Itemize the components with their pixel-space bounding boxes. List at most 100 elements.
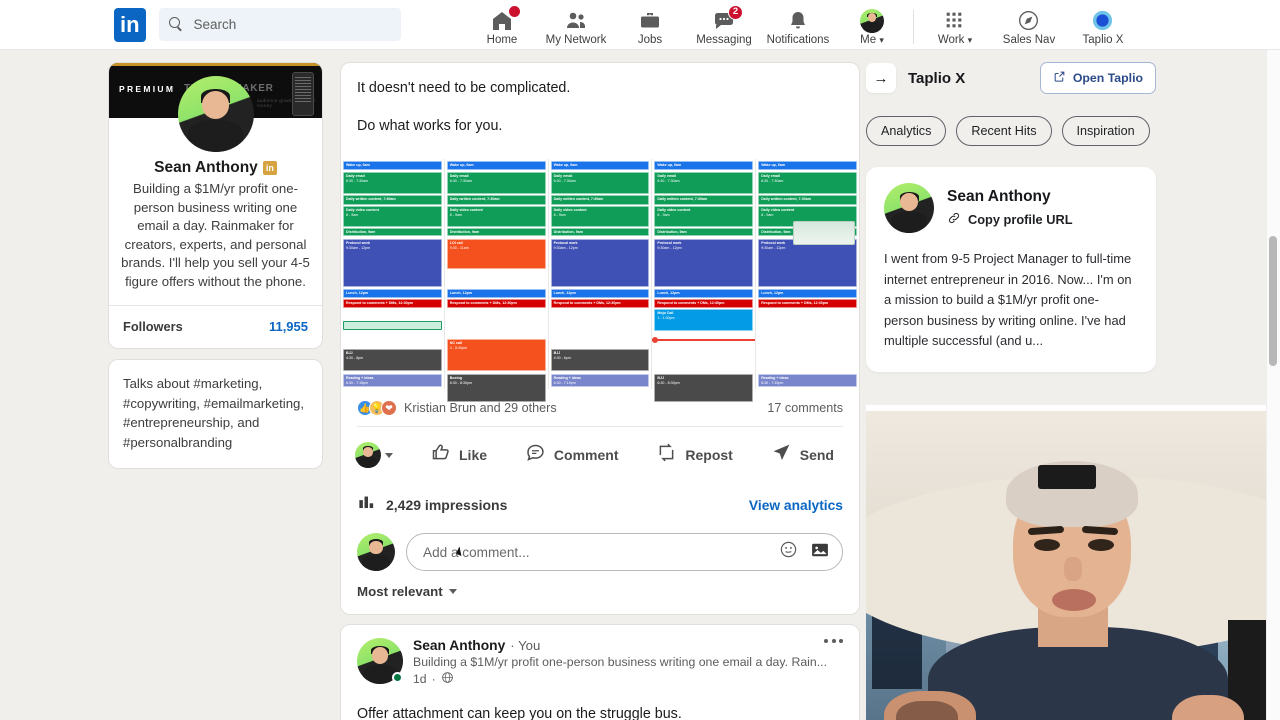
search-container[interactable] <box>158 8 401 41</box>
post-header-text: Sean Anthony · You Building a $1M/yr pro… <box>413 638 827 687</box>
event-title: Wake up, 6am <box>346 163 370 167</box>
compass-icon <box>1017 9 1041 33</box>
scrollbar-thumb[interactable] <box>1269 236 1277 366</box>
event-title: Daily video content <box>449 208 483 212</box>
event-time: 6:30 - 7:15pm <box>761 380 784 385</box>
chip-recent-hits[interactable]: Recent Hits <box>956 116 1052 146</box>
event-time: 1 - 1:30pm <box>657 315 675 320</box>
nav-right-items: Work ▾ Sales Nav Taplio X <box>909 0 1140 50</box>
linkedin-premium-badge-icon: in <box>262 161 277 175</box>
calendar-event: Respond to comments + DMs, 12:30pm <box>758 299 857 308</box>
talks-about-card: Talks about #marketing, #copywriting, #e… <box>108 359 323 469</box>
calendar-event: Mojo Call 1 - 1:30pm <box>654 309 754 331</box>
calendar-tooltip <box>792 221 855 245</box>
comment-input[interactable] <box>423 544 773 560</box>
comment-button-label: Comment <box>553 447 619 463</box>
page-title[interactable]: Sean Anthony <box>154 159 258 177</box>
taplio-x-panel: → Taplio X Open Taplio Analytics Recent … <box>866 62 1156 372</box>
avatar <box>884 183 934 233</box>
calendar-event: LOI call 9:30 - 11am <box>446 239 546 269</box>
followers-count: 11,955 <box>268 319 308 334</box>
eye-left <box>1034 539 1060 551</box>
nav-item-my-network[interactable]: My Network <box>539 0 613 50</box>
nav-item-notifications[interactable]: Notifications <box>761 0 835 50</box>
image-icon[interactable] <box>810 540 830 565</box>
post2-body-line-1: Offer attachment can keep you on the str… <box>357 706 682 720</box>
followers-row[interactable]: Followers 11,955 <box>109 306 322 348</box>
thumbs-up-icon <box>430 442 451 468</box>
webcam-video-overlay[interactable] <box>866 405 1280 720</box>
emoji-icon[interactable] <box>779 540 798 564</box>
reactions-group[interactable]: 👍 💡 ❤ Kristian Brun and 29 others <box>357 400 557 416</box>
comments-count[interactable]: 17 comments <box>767 401 843 415</box>
calendar-event: Lunch, 12pm <box>343 289 442 298</box>
calendar-event: Protocol work 9:30am - 12pm <box>343 239 442 287</box>
post-image-calendar[interactable]: Wake up, 6am Daily email 6:30 - 7:30am Da… <box>341 159 859 402</box>
event-title: Daily video content <box>657 208 691 212</box>
event-title: Lunch, 12pm <box>449 291 472 295</box>
briefcase-icon <box>638 9 662 33</box>
post-options-button[interactable] <box>824 639 843 643</box>
search-input[interactable] <box>193 17 391 32</box>
avatar-wrap[interactable] <box>357 638 403 684</box>
avatar[interactable] <box>177 76 254 152</box>
repost-button[interactable]: Repost <box>645 433 743 477</box>
event-time: 8 - 9am <box>657 212 670 217</box>
chip-inspiration[interactable]: Inspiration <box>1061 116 1150 146</box>
calendar-event: Distribution, 9am <box>654 228 754 236</box>
comment-sort-row: Most relevant <box>341 579 859 614</box>
calendar-event: Protocol work 9:30am - 12pm <box>654 239 754 287</box>
calendar-event: Reading + ideas 6:30 - 7:15pm <box>758 374 857 387</box>
post-card-2: Sean Anthony · You Building a $1M/yr pro… <box>340 624 860 720</box>
arrow-right-icon[interactable]: → <box>866 63 896 93</box>
send-icon <box>771 442 792 468</box>
event-title: Daily written content, 7:30am <box>449 197 500 201</box>
nav-item-sales-nav[interactable]: Sales Nav <box>992 0 1066 50</box>
nav-item-jobs[interactable]: Jobs <box>613 0 687 50</box>
calendar-event: Wake up, 6am <box>758 161 857 170</box>
comment-button[interactable]: Comment <box>514 433 630 477</box>
post-body-line-1: It doesn't need to be complicated. <box>357 80 571 96</box>
send-button[interactable]: Send <box>760 433 845 477</box>
nav-item-me[interactable]: Me ▾ <box>835 0 909 50</box>
linkedin-logo[interactable]: in <box>114 7 146 42</box>
event-time: 4:30 - 6pm <box>553 355 571 360</box>
chip-analytics[interactable]: Analytics <box>866 116 947 146</box>
nav-item-sales-nav-label: Sales Nav <box>1002 33 1056 46</box>
add-comment-row <box>341 529 859 579</box>
nav-item-work[interactable]: Work ▾ <box>918 0 992 50</box>
event-time: 6:30 - 7:30am <box>346 178 369 183</box>
copy-profile-url-button[interactable]: Copy profile URL <box>947 211 1073 228</box>
event-title: Daily video content <box>346 208 379 212</box>
calendar-event: Wake up, 6am <box>343 161 442 170</box>
event-time: 6:30 - 7:15pm <box>553 380 576 385</box>
scrollbar-track[interactable] <box>1266 50 1280 720</box>
like-button[interactable]: Like <box>419 433 498 477</box>
bell-icon <box>786 9 810 33</box>
nav-divider <box>913 9 914 44</box>
event-title: Daily written content, 7:30am <box>346 197 396 201</box>
event-time: 6:30 - 8:30pm <box>657 380 680 385</box>
bar-chart-icon <box>357 493 376 517</box>
post-body: It doesn't need to be complicated. Do wh… <box>341 63 859 159</box>
reaction-icons: 👍 💡 ❤ <box>357 400 397 416</box>
comment-input-box[interactable] <box>406 533 843 571</box>
calendar-now-indicator <box>652 337 756 342</box>
nav-item-home[interactable]: Home <box>465 0 539 50</box>
calendar-day-column: Wake up, 6am Daily email 6:30 - 7:30am Da… <box>652 159 757 402</box>
open-taplio-button[interactable]: Open Taplio <box>1039 62 1156 94</box>
taplio-profile-text: Sean Anthony Copy profile URL <box>947 188 1073 228</box>
calendar-event: Reading + ideas 6:30 - 7:15pm <box>343 374 442 387</box>
sort-dropdown[interactable]: Most relevant <box>357 584 457 599</box>
calendar-event: Respond to comments + DMs, 12:30pm <box>446 299 546 308</box>
reaction-picker[interactable] <box>355 442 393 468</box>
nav-item-messaging[interactable]: 2 Messaging <box>687 0 761 50</box>
post-author-name[interactable]: Sean Anthony <box>413 638 505 653</box>
view-analytics-link[interactable]: View analytics <box>749 498 843 513</box>
nav-item-taplio-x[interactable]: Taplio X <box>1066 0 1140 50</box>
impressions-left: 2,429 impressions <box>357 493 507 517</box>
post-action-row: Like Comment Repost Send <box>341 427 859 484</box>
nav-item-notifications-label: Notifications <box>766 33 830 46</box>
profile-name-row: Sean Anthony in <box>109 159 322 177</box>
post-author-headline: Building a $1M/yr profit one-person busi… <box>413 655 827 669</box>
